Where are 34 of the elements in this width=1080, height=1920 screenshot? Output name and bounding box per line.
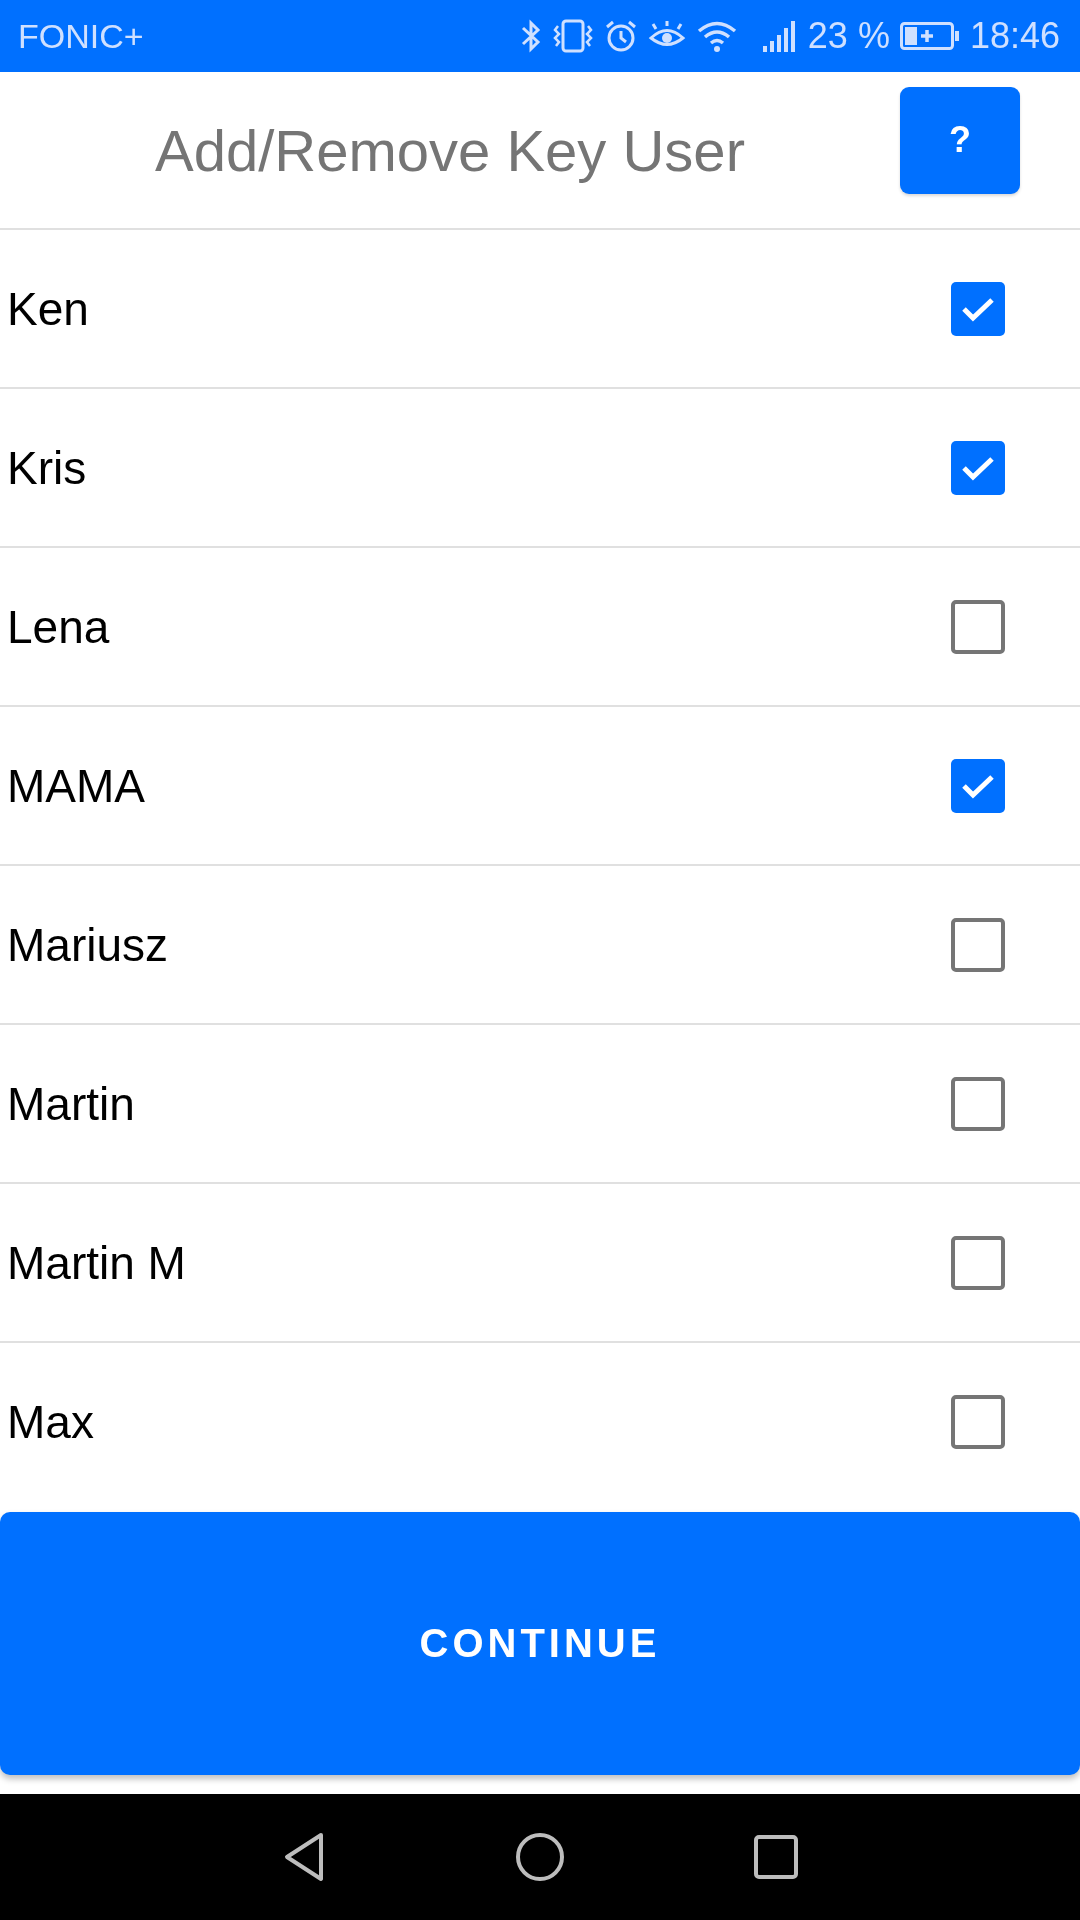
checkbox[interactable] xyxy=(951,599,1005,654)
recent-apps-icon[interactable] xyxy=(754,1835,798,1879)
user-name: Kris xyxy=(7,440,88,495)
user-name: MAMA xyxy=(7,758,146,813)
carrier-name: FONIC+ xyxy=(18,16,145,56)
user-name: Martin M xyxy=(7,1235,187,1290)
wifi-icon xyxy=(695,19,738,53)
vibrate-icon xyxy=(551,18,594,54)
checkbox[interactable] xyxy=(951,440,1005,495)
checkbox[interactable] xyxy=(951,1076,1005,1131)
check-icon xyxy=(961,454,995,481)
clock-time: 18:46 xyxy=(969,15,1060,57)
help-button[interactable]: ? xyxy=(900,86,1020,194)
check-icon xyxy=(961,772,995,799)
user-name: Ken xyxy=(7,281,90,336)
battery-icon xyxy=(899,22,960,50)
checkbox[interactable] xyxy=(951,281,1005,336)
home-icon[interactable] xyxy=(515,1832,565,1882)
screen-title: Add/Remove Key User xyxy=(154,116,746,184)
checkbox[interactable] xyxy=(951,758,1005,813)
check-icon xyxy=(961,295,995,322)
user-name: Max xyxy=(7,1394,95,1449)
user-name: Lena xyxy=(7,599,111,654)
user-name: Mariusz xyxy=(7,917,170,972)
continue-button[interactable]: CONTINUE xyxy=(0,1512,1080,1775)
user-name: Martin xyxy=(7,1076,136,1131)
back-icon[interactable] xyxy=(283,1832,325,1882)
alarm-icon xyxy=(603,19,638,53)
battery-percent: 23 % xyxy=(807,15,890,57)
signal-icon xyxy=(761,20,798,52)
checkbox[interactable] xyxy=(951,917,1005,972)
checkbox[interactable] xyxy=(951,1394,1005,1449)
checkbox[interactable] xyxy=(951,1235,1005,1290)
bluetooth-icon xyxy=(519,18,542,54)
